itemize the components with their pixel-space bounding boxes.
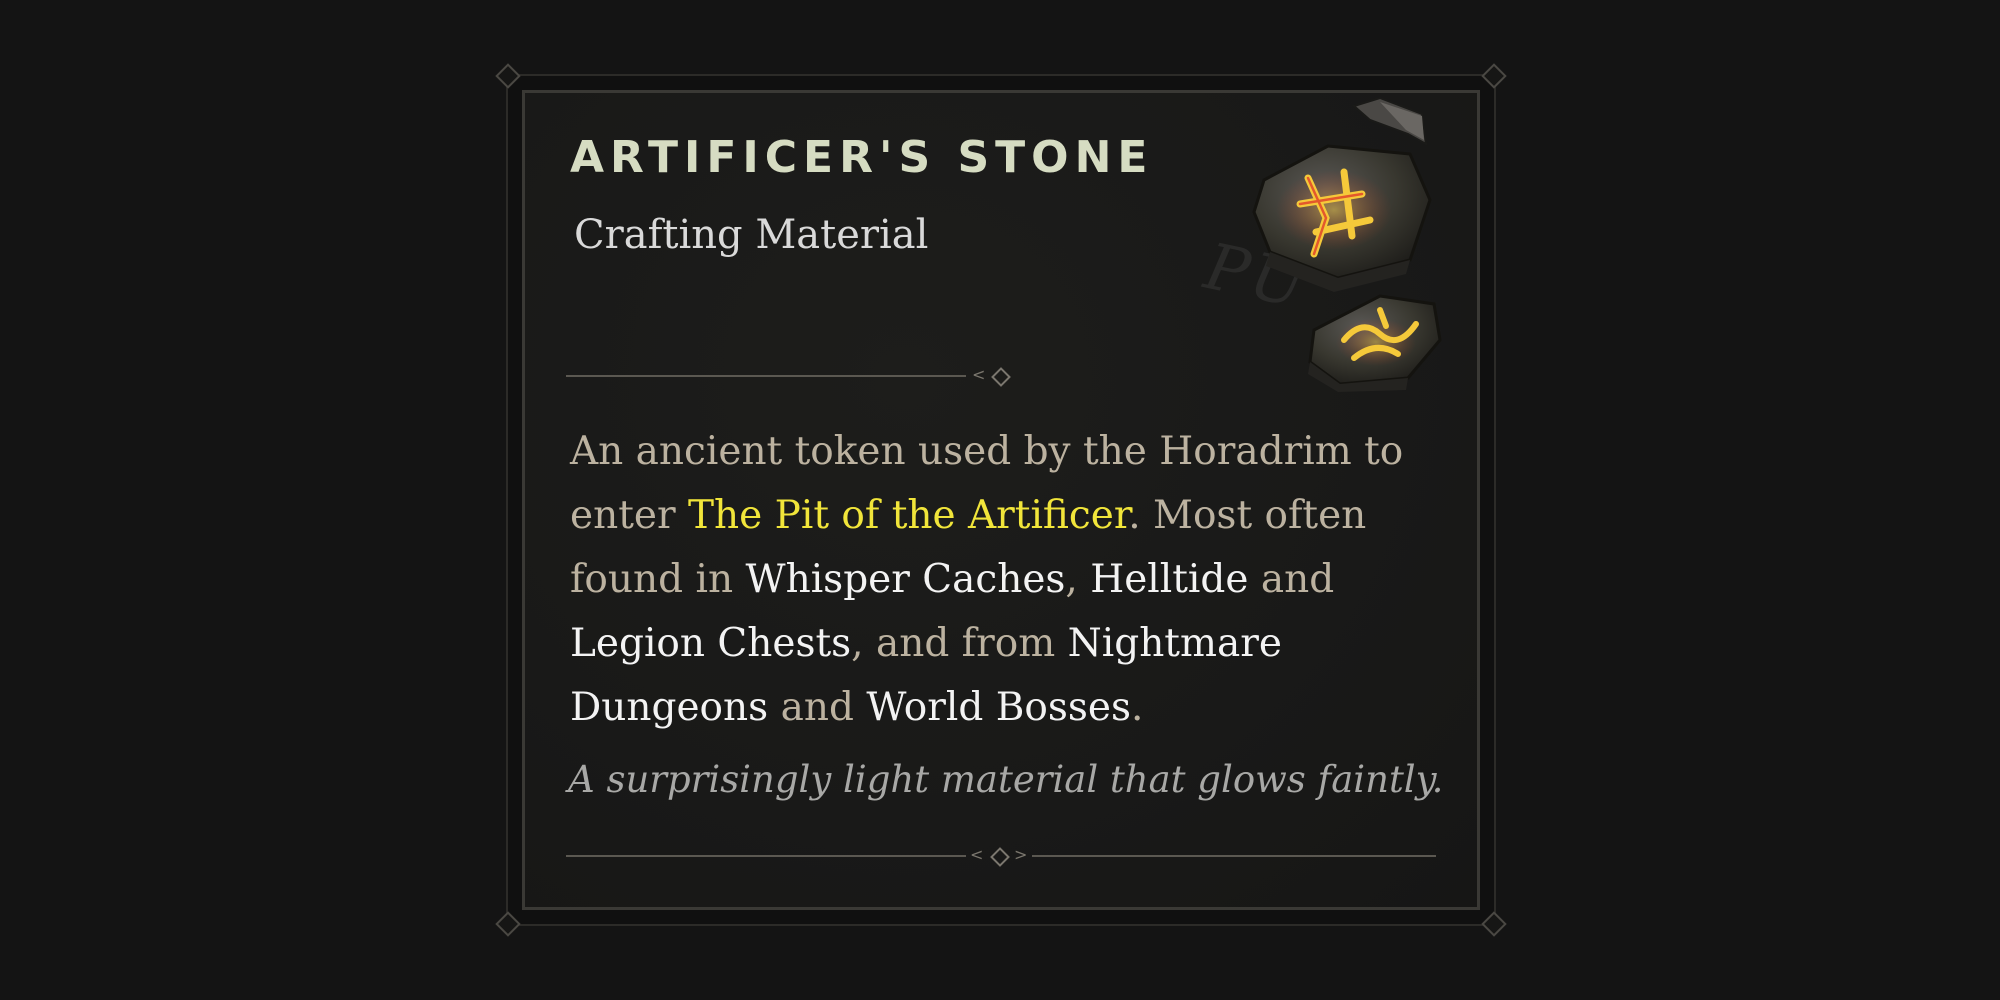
item-type: Crafting Material xyxy=(574,212,929,258)
description-highlight: World Bosses xyxy=(866,685,1131,730)
description-text: and xyxy=(768,685,867,730)
description-highlight: Helltide xyxy=(1090,557,1249,602)
artificers-stone-rune-icon xyxy=(1252,96,1442,392)
description-text: . xyxy=(1130,685,1144,730)
description-text: , and from xyxy=(851,621,1068,666)
frame-corner-ornament xyxy=(1481,63,1507,89)
description-highlight: Whisper Caches xyxy=(745,557,1066,602)
description-text: , xyxy=(1065,557,1091,602)
footer-divider: < > xyxy=(566,846,1446,867)
frame-corner-ornament xyxy=(495,911,521,937)
item-flavor-text: A surprisingly light material that glows… xyxy=(568,758,1444,801)
description-highlight: The Pit of the Artificer xyxy=(688,493,1129,538)
section-divider: < xyxy=(566,366,1026,387)
frame-corner-ornament xyxy=(1481,911,1507,937)
description-highlight: Legion Chests xyxy=(570,621,852,666)
description-text: and xyxy=(1248,557,1335,602)
frame-corner-ornament xyxy=(495,63,521,89)
item-description: An ancient token used by the Horadrim to… xyxy=(570,420,1430,740)
item-name: ARTIFICER'S STONE xyxy=(570,132,1154,183)
